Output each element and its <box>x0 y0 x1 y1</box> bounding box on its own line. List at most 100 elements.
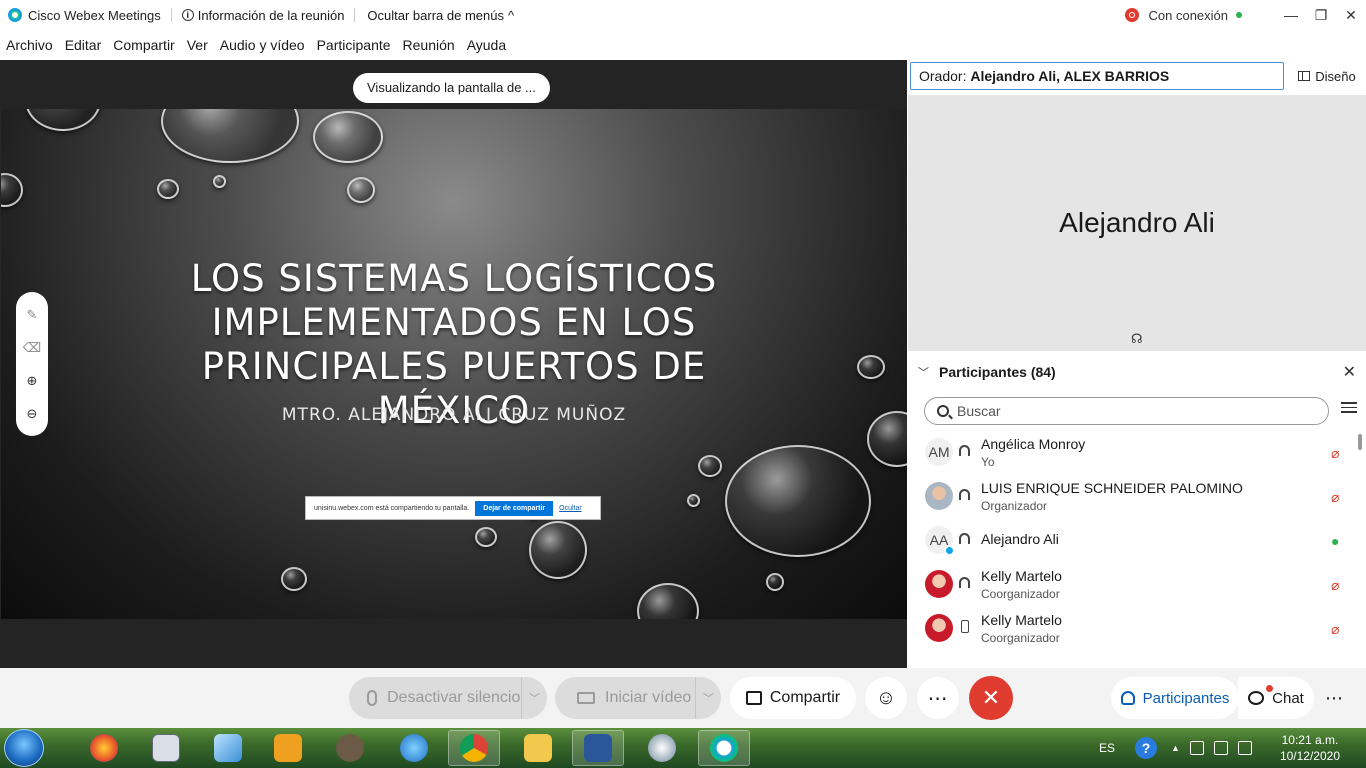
list-item[interactable]: AA Alejandro Ali ● <box>907 518 1366 562</box>
menu-compartir[interactable]: Compartir <box>107 37 180 53</box>
taskbar-ie[interactable] <box>388 730 440 766</box>
zoom-out-icon[interactable]: ⊖ <box>27 406 38 421</box>
list-item[interactable]: Kelly Martelo Coorganizador ⌀ <box>907 562 1366 606</box>
headset-icon <box>959 533 970 544</box>
participant-role: Coorganizador <box>981 587 1060 601</box>
notes-icon <box>214 734 242 762</box>
close-icon[interactable]: ✕ <box>1343 362 1356 382</box>
taskbar-paint[interactable] <box>636 730 688 766</box>
water-drop <box>637 583 699 619</box>
presentation-slide: LOS SISTEMAS LOGÍSTICOS IMPLEMENTADOS EN… <box>1 109 907 619</box>
person-icon <box>1120 691 1135 705</box>
network-icon[interactable] <box>1189 741 1204 755</box>
paint-icon <box>648 734 676 762</box>
help-icon[interactable]: ? <box>1135 737 1158 759</box>
power-icon[interactable] <box>1237 741 1252 755</box>
water-drop <box>867 411 907 467</box>
list-item[interactable]: AM Angélica Monroy Yo ⌀ <box>907 430 1366 474</box>
menu-participante[interactable]: Participante <box>311 37 397 53</box>
slide-subtitle: MTRO. ALEJANDRO ALI CRUZ MUÑOZ <box>281 405 627 425</box>
hide-notice-link[interactable]: Ocultar <box>559 505 582 512</box>
participants-label: Participantes <box>1142 689 1230 707</box>
maximize-button[interactable]: ❐ <box>1306 0 1336 30</box>
scrollbar[interactable] <box>1358 434 1362 450</box>
stop-sharing-button[interactable]: Dejar de compartir <box>475 500 554 516</box>
taskbar-calculator[interactable] <box>140 730 192 766</box>
minimize-button[interactable]: — <box>1276 0 1306 30</box>
start-video-button[interactable]: Iniciar vídeo ﹀ <box>555 677 721 719</box>
taskbar-gimp[interactable] <box>324 730 376 766</box>
participants-title: Participantes (84) <box>939 364 1056 380</box>
gimp-icon <box>336 734 364 762</box>
leave-meeting-button[interactable]: ✕ <box>969 676 1013 720</box>
mic-muted-icon[interactable]: ⌀ <box>1331 621 1339 638</box>
more-options-button[interactable]: ⋯ <box>917 677 959 719</box>
participant-list: AM Angélica Monroy Yo ⌀ LUIS ENRIQUE SCH… <box>907 430 1366 668</box>
video-speaker-name: Alejandro Ali <box>1059 207 1215 238</box>
volume-icon[interactable] <box>1213 741 1228 755</box>
system-tray: ES ? ▲ 10:21 a.m. 10/12/2020 <box>1099 728 1366 768</box>
list-item[interactable]: Kelly Martelo Coorganizador ⌀ <box>907 606 1366 650</box>
avatar <box>925 482 953 510</box>
speaker-prefix: Orador: <box>919 68 967 84</box>
reactions-button[interactable]: ☺ <box>865 677 907 719</box>
clock-time: 10:21 a.m. <box>1281 733 1339 747</box>
screen-share-notice: unisinu.webex.com está compartiendo tu p… <box>305 496 601 520</box>
water-drop <box>157 179 179 199</box>
unmute-button[interactable]: Desactivar silencio ﹀ <box>349 677 547 719</box>
participant-name: Alejandro Ali <box>981 531 1059 547</box>
avatar <box>925 570 953 598</box>
participants-panel-button[interactable]: Participantes <box>1111 677 1239 719</box>
start-button[interactable] <box>4 729 44 767</box>
taskbar-explorer[interactable] <box>512 730 564 766</box>
participant-name: Kelly Martelo <box>981 568 1062 584</box>
zoom-in-icon[interactable]: ⊕ <box>27 373 38 388</box>
share-button[interactable]: Compartir <box>730 677 856 719</box>
taskbar-word[interactable] <box>572 730 624 766</box>
connection-status-icon <box>1124 8 1139 22</box>
menu-archivo[interactable]: Archivo <box>0 37 59 53</box>
mic-muted-icon[interactable]: ⌀ <box>1331 489 1339 506</box>
mic-on-icon[interactable]: ● <box>1331 533 1339 549</box>
shared-screen: Visualizando la pantalla de ... LOS SIST… <box>0 60 907 668</box>
close-icon: ✕ <box>981 685 1001 710</box>
menu-ver[interactable]: Ver <box>181 37 214 53</box>
taskbar-media[interactable] <box>262 730 314 766</box>
mic-muted-icon[interactable]: ⌀ <box>1331 577 1339 594</box>
search-icon <box>937 405 949 417</box>
meeting-info-button[interactable]: i Información de la reunión <box>181 7 345 23</box>
hide-menubar-button[interactable]: Ocultar barra de menús ^ <box>367 8 514 23</box>
more-panels-button[interactable]: ⋯ <box>1318 677 1350 719</box>
chevron-down-icon[interactable]: ﹀ <box>918 364 929 380</box>
taskbar-firefox[interactable] <box>78 730 130 766</box>
eraser-icon[interactable]: ⌫ <box>23 340 41 355</box>
divider <box>170 8 172 22</box>
water-drop <box>281 567 307 591</box>
pen-icon[interactable]: ✎ <box>27 307 38 322</box>
menu-reunion[interactable]: Reunión <box>397 37 461 53</box>
participant-search-input[interactable]: Buscar <box>924 397 1329 425</box>
chevron-down-icon[interactable]: ﹀ <box>695 677 721 719</box>
chat-panel-button[interactable]: Chat <box>1238 677 1314 719</box>
menu-editar[interactable]: Editar <box>59 37 108 53</box>
chevron-down-icon[interactable]: ﹀ <box>521 677 547 719</box>
water-drop <box>475 527 497 547</box>
menu-bar: Archivo Editar Compartir Ver Audio y víd… <box>0 30 1366 60</box>
list-item[interactable]: LUIS ENRIQUE SCHNEIDER PALOMINO Organiza… <box>907 474 1366 518</box>
clock[interactable]: 10:21 a.m. 10/12/2020 <box>1280 732 1340 764</box>
menu-audio-video[interactable]: Audio y vídeo <box>214 37 311 53</box>
water-drop <box>1 173 23 207</box>
layout-button[interactable]: Diseño <box>1292 62 1362 90</box>
taskbar-notes[interactable] <box>202 730 254 766</box>
taskbar-webex[interactable] <box>698 730 750 766</box>
participants-header: ﹀ Participantes (84) ✕ <box>908 354 1366 390</box>
close-window-button[interactable]: ✕ <box>1336 0 1366 30</box>
language-indicator[interactable]: ES <box>1099 741 1115 755</box>
mic-muted-icon[interactable]: ⌀ <box>1331 445 1339 462</box>
sort-icon[interactable] <box>1341 402 1357 418</box>
viewing-screen-pill[interactable]: Visualizando la pantalla de ... <box>353 73 550 103</box>
taskbar-chrome[interactable] <box>448 730 500 766</box>
show-hidden-icons-icon[interactable]: ▲ <box>1171 743 1180 753</box>
menu-ayuda[interactable]: Ayuda <box>461 37 512 53</box>
meeting-info-label: Información de la reunión <box>197 7 345 23</box>
